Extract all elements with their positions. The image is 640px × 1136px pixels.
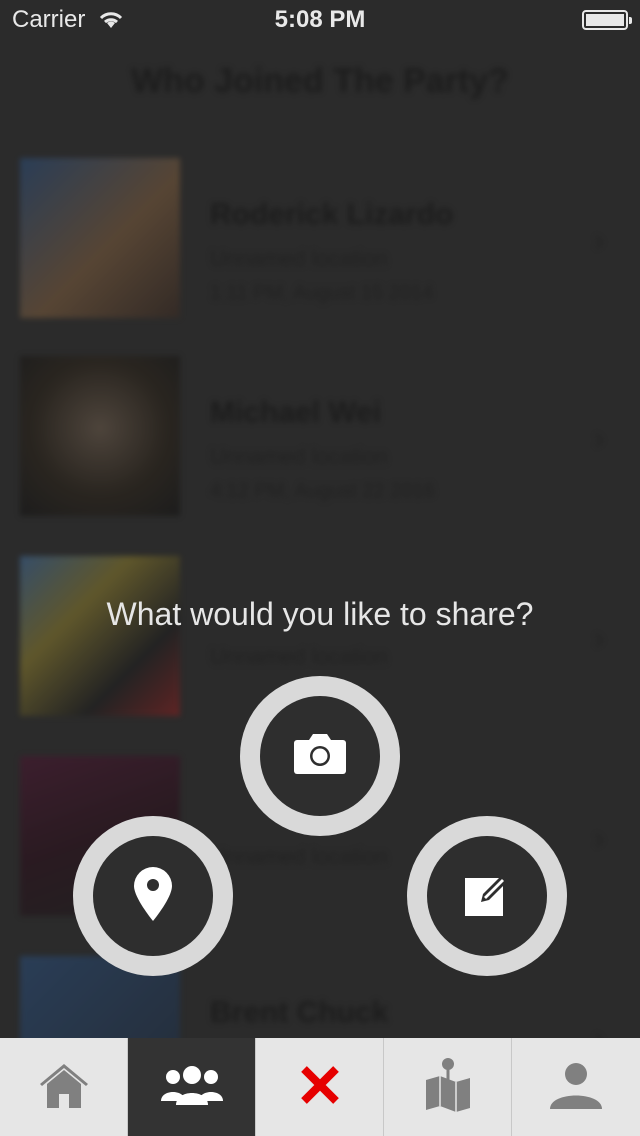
list-item-location: Unnamed location [210,644,388,669]
share-photo-button[interactable] [240,676,400,836]
compose-icon [463,870,511,923]
share-location-button[interactable] [73,816,233,976]
map-icon [424,1057,472,1117]
avatar [20,356,180,516]
list-item-name: Brent Chuck [210,996,389,1029]
tab-map[interactable] [384,1038,512,1136]
share-note-button[interactable] [407,816,567,976]
avatar [20,556,180,716]
status-time: 5:08 PM [274,6,366,33]
camera-icon [294,733,346,779]
list-item-location: Unnamed location [210,444,388,469]
list-item-name: Michael Wei [210,396,382,429]
tab-close[interactable] [256,1038,384,1136]
location-pin-icon [134,866,172,926]
close-icon [298,1063,342,1112]
list-item-date: 1:11 PM, August 15 2014 [210,282,434,304]
list-item-date: 4:12 PM, August 22 2016 [210,480,435,502]
chevron-right-icon: › [594,422,604,455]
status-bar: Carrier 5:08 PM [0,0,640,40]
list-item-location: Unnamed location [210,844,388,869]
share-prompt: What would you like to share? [106,596,534,632]
tab-home[interactable] [0,1038,128,1136]
list-item[interactable]: Roderick Lizardo Unnamed location 1:11 P… [0,158,640,338]
people-icon [159,1065,225,1110]
tab-people[interactable] [128,1038,256,1136]
chevron-right-icon: › [594,224,604,257]
tab-profile[interactable] [512,1038,640,1136]
battery-icon [582,10,632,30]
profile-icon [548,1061,604,1114]
list-item-location: Unnamed location [210,246,388,271]
tab-bar [0,1038,640,1136]
chevron-right-icon: › [594,822,604,855]
page-title: Who Joined The Party? [131,62,509,100]
list-item-name: Roderick Lizardo [210,198,454,231]
home-icon [38,1062,90,1113]
avatar [20,158,180,318]
list-item[interactable]: Michael Wei Unnamed location 4:12 PM, Au… [0,356,640,536]
